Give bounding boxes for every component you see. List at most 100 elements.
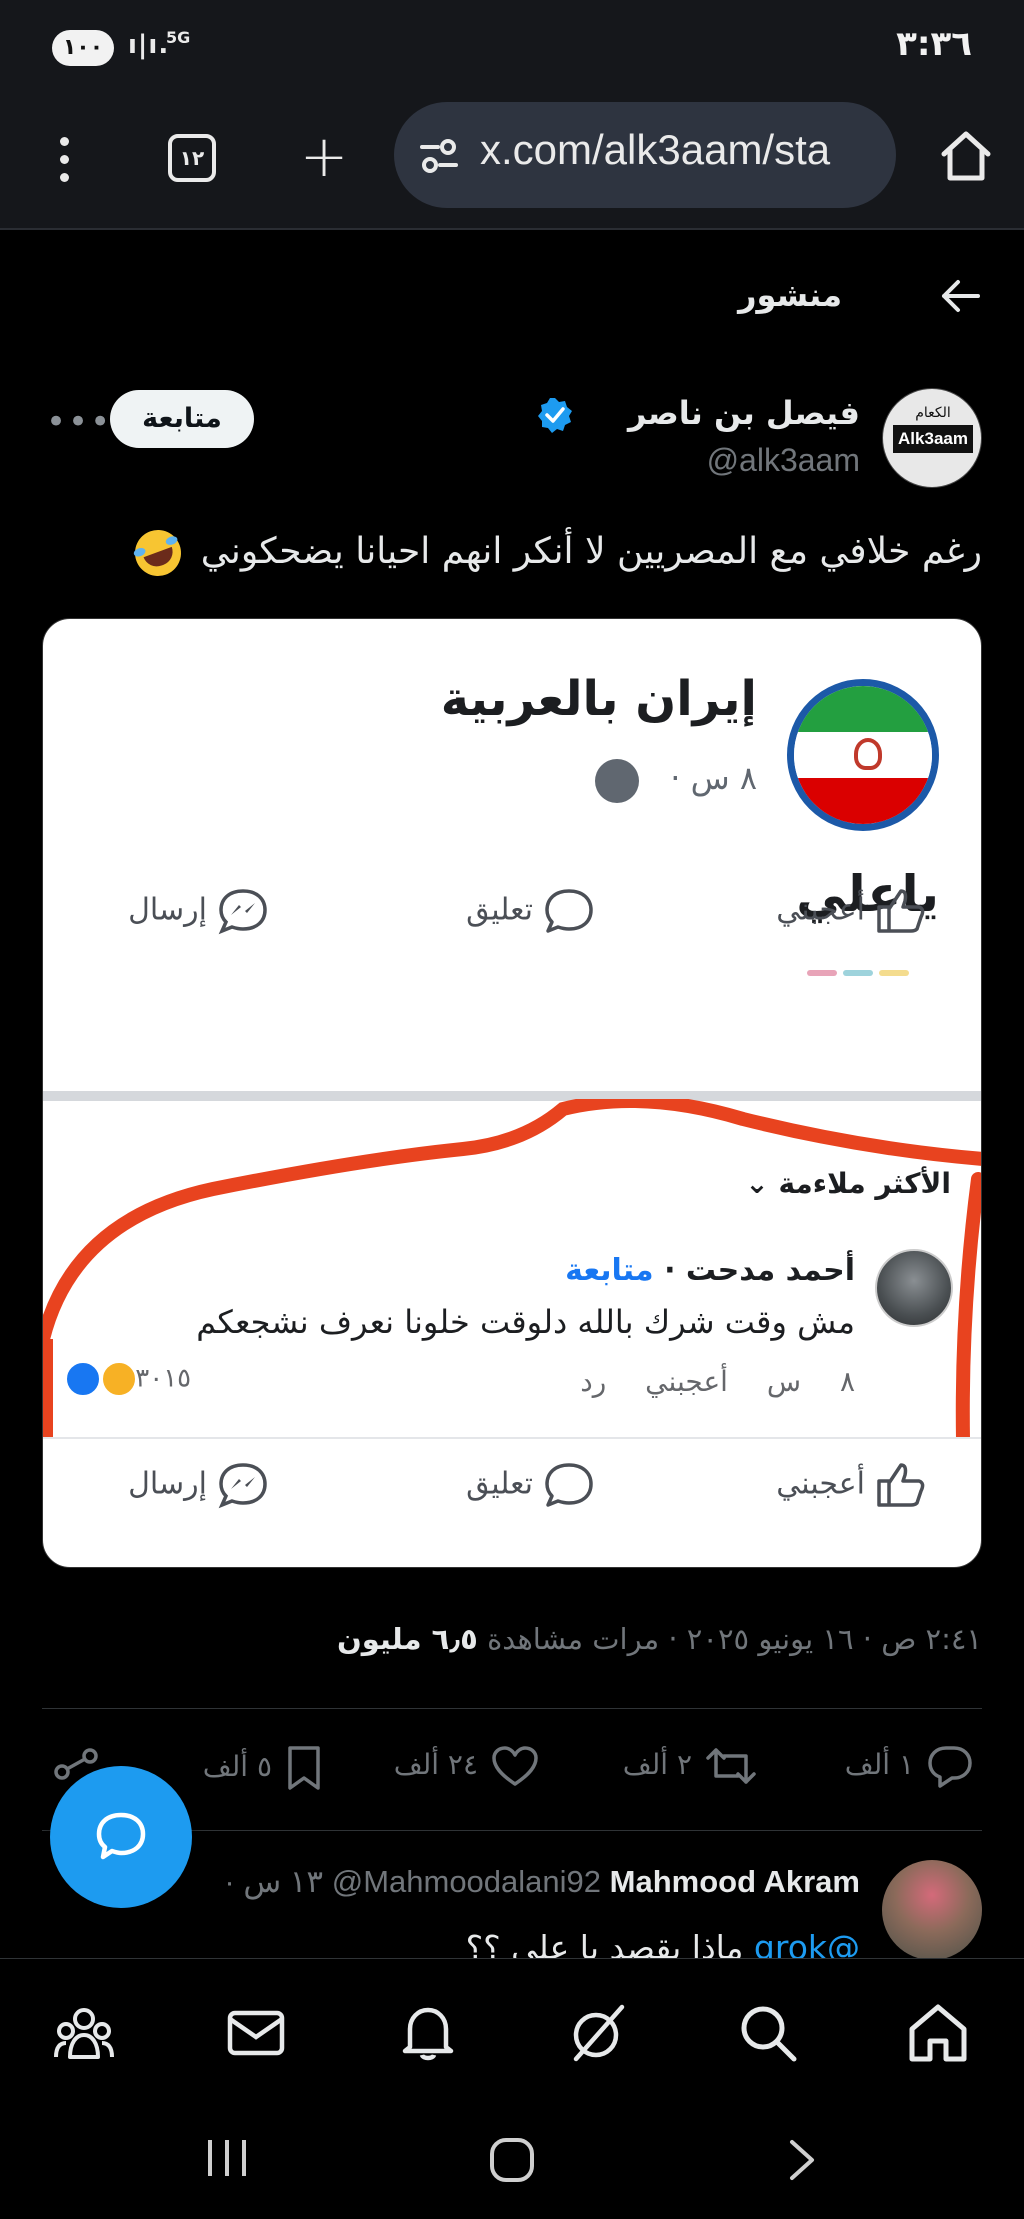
site-settings-icon[interactable] (418, 136, 460, 176)
compose-chat-button[interactable] (50, 1766, 192, 1908)
bookmark-count: ٥ ألف (202, 1750, 272, 1783)
reply-avatar[interactable] (882, 1860, 982, 1960)
reply-count-button[interactable]: ١ ألف (845, 1744, 974, 1788)
comment-reply: رد (580, 1365, 607, 1398)
fb-comment-label-2: تعليق (466, 1466, 533, 1502)
comment-bubble-icon (545, 889, 593, 933)
more-options-icon[interactable]: ••• (46, 402, 112, 442)
reply-mention[interactable]: @grok (754, 1928, 860, 1960)
divider (42, 1708, 982, 1709)
url-bar[interactable]: x.com/alk3aam/sta (394, 102, 896, 208)
tweet-text-body: رغم خلافي مع المصريين لا أنكر انهم احيان… (200, 531, 982, 572)
back-system-icon[interactable] (784, 2136, 820, 2184)
bottom-navigation (0, 1958, 1024, 2098)
like-reaction-icon (65, 1361, 101, 1397)
grok-icon[interactable] (566, 2001, 630, 2065)
tabs-button[interactable]: ١٢ (168, 134, 216, 182)
home-nav-icon[interactable] (906, 2001, 970, 2065)
fb-like-action-2: أعجبني (776, 1461, 927, 1509)
reply-handle: @Mahmoodalani92 (331, 1864, 602, 1899)
author-name[interactable]: فيصل بن ناصر (628, 394, 860, 432)
commenter-follow: متابعة (565, 1253, 654, 1288)
avatar-logo: Alk3aam (893, 425, 973, 453)
comment-like: أعجبني (645, 1365, 728, 1398)
battery-indicator: ١٠٠ (52, 30, 114, 66)
heart-icon (492, 1746, 538, 1786)
back-arrow-icon[interactable] (938, 274, 982, 318)
fb-send-action-2: إرسال (128, 1461, 269, 1509)
fb-post-meta: ٨ س · (670, 759, 757, 797)
status-bar: ١٠٠ ı|ı. 5G ٣:٣٦ (0, 0, 1024, 92)
tweet-timestamp: ٢:٤١ ص · ١٦ يونيو ٢٠٢٥ · مرات مشاهدة ٦٫٥… (337, 1622, 982, 1656)
reaction-count: ٣٠١٥ (135, 1363, 192, 1394)
system-navigation (0, 2098, 1024, 2219)
comment-reactions: ٣٠١٥ (65, 1361, 191, 1397)
home-icon[interactable] (938, 128, 994, 184)
search-icon[interactable] (736, 2001, 800, 2065)
globe-icon (595, 759, 639, 803)
url-text[interactable]: x.com/alk3aam/sta (480, 126, 830, 174)
fb-like-label-2: أعجبني (776, 1466, 865, 1502)
fb-comment-label: تعليق (466, 892, 533, 928)
network-type: 5G (166, 28, 191, 47)
comment-time: ٨ س (766, 1365, 855, 1398)
menu-dots-icon[interactable] (52, 132, 76, 192)
views-label: مرات مشاهدة (487, 1622, 660, 1656)
commenter-avatar (875, 1249, 953, 1327)
status-time: ٣:٣٦ (896, 24, 972, 64)
follow-button[interactable]: متابعة (110, 390, 254, 448)
tweet-text: رغم خلافي مع المصريين لا أنكر انهم احيان… (42, 523, 982, 583)
reaction-dots (807, 961, 927, 976)
page-title: منشور (738, 276, 842, 314)
comment-sort: الأكثر ملاءمة ⌄ (745, 1167, 951, 1200)
tweet-image[interactable]: إيران بالعربية ٨ س · ياعلي أعجبني تعليق … (42, 618, 982, 1568)
messages-icon[interactable] (224, 2001, 288, 2065)
fb-comment-action-2: تعليق (466, 1461, 595, 1509)
like-count: ٢٤ ألف (393, 1748, 478, 1781)
thumbs-up-icon (877, 889, 925, 933)
fb-send-action: إرسال (128, 887, 269, 935)
avatar-logo-ar: الكعام (915, 405, 951, 421)
fb-comment-action: تعليق (466, 887, 595, 935)
like-count-button[interactable]: ٢٤ ألف (394, 1744, 540, 1788)
recent-apps-icon[interactable] (204, 2136, 250, 2180)
comment-text: مش وقت شرك بالله دلوقت خلونا نعرف نشجعكم (196, 1303, 855, 1341)
author-avatar[interactable]: الكعام Alk3aam (882, 388, 982, 488)
fb-like-action: أعجبني (776, 887, 927, 935)
fb-send-label-2: إرسال (128, 1466, 207, 1502)
new-tab-icon[interactable]: + (296, 127, 352, 185)
iran-flag-icon (787, 679, 939, 831)
reply-header: · ١٣ س @Mahmoodalani92 Mahmood Akram (224, 1864, 860, 1900)
reply-text: @grok ماذا يقصد يا علي ؟؟ (466, 1928, 860, 1960)
repost-count-button[interactable]: ٢ ألف (623, 1744, 758, 1788)
commenter-name-text: أحمد مدحت (685, 1253, 855, 1288)
author-row: الكعام Alk3aam فيصل بن ناصر @alk3aam متا… (0, 386, 1024, 496)
commenter-name: أحمد مدحت · متابعة (565, 1253, 855, 1288)
reply-count: ١ ألف (844, 1748, 914, 1781)
views-count: ٦٫٥ مليون (336, 1622, 478, 1656)
notifications-bell-icon[interactable] (396, 2001, 460, 2065)
home-system-icon[interactable] (488, 2136, 536, 2184)
fb-send-label: إرسال (128, 892, 207, 928)
browser-toolbar: ١٢ + x.com/alk3aam/sta (0, 92, 1024, 230)
rofl-emoji-icon (128, 523, 188, 583)
chat-bubble-icon (96, 1812, 146, 1860)
reply-time: · ١٣ س (224, 1864, 324, 1899)
reply-icon (928, 1746, 972, 1788)
author-handle[interactable]: @alk3aam (707, 442, 860, 479)
post-header: منشور (0, 232, 1024, 362)
thumbs-up-icon (877, 1463, 925, 1507)
reply-name: Mahmood Akram (609, 1864, 860, 1899)
verified-badge-icon (538, 398, 572, 433)
communities-icon[interactable] (52, 2001, 116, 2065)
bookmark-count-button[interactable]: ٥ ألف (203, 1744, 324, 1792)
comment-meta: ٨ س أعجبني رد (580, 1365, 855, 1398)
reply-body: ماذا يقصد يا علي ؟؟ (465, 1928, 744, 1960)
signal-icon: ı|ı. (128, 30, 170, 60)
bookmark-icon (288, 1746, 320, 1790)
repost-count: ٢ ألف (622, 1748, 692, 1781)
comment-bubble-icon (545, 1463, 593, 1507)
fb-page-name: إيران بالعربية (440, 671, 757, 727)
repost-icon (706, 1748, 756, 1784)
fb-like-label: أعجبني (776, 892, 865, 928)
